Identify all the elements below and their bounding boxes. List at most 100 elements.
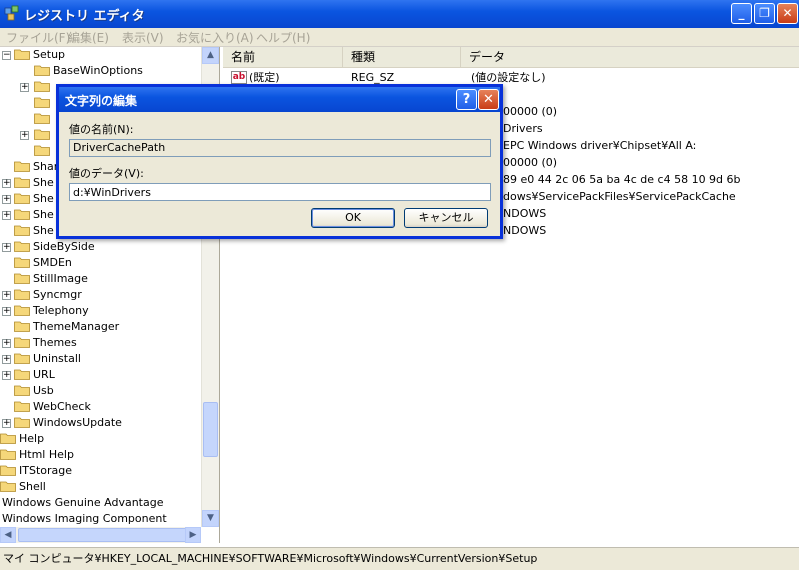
status-path: マイ コンピュータ¥HKEY_LOCAL_MACHINE¥SOFTWARE¥Mi… — [3, 552, 538, 565]
column-header-name[interactable]: 名前 — [223, 47, 343, 67]
tree-item[interactable]: Html Help — [0, 447, 200, 463]
tree-item[interactable]: StillImage — [0, 271, 200, 287]
folder-icon — [14, 225, 30, 236]
value-data: 00000 (0) — [503, 105, 558, 118]
folder-icon — [14, 337, 30, 348]
tree-item-label: Help — [19, 432, 45, 445]
folder-icon — [14, 241, 30, 252]
value-data-input[interactable] — [69, 183, 491, 201]
tree-item-label: She — [33, 192, 54, 205]
scroll-thumb[interactable] — [203, 402, 218, 457]
folder-icon — [0, 465, 16, 476]
tree-item[interactable]: BaseWinOptions — [0, 63, 200, 79]
folder-icon — [14, 321, 30, 332]
tree-item-label: WebCheck — [33, 400, 91, 413]
tree-item-label: StillImage — [33, 272, 88, 285]
scroll-down-button[interactable]: ▼ — [202, 510, 219, 527]
tree-item[interactable]: ThemeManager — [0, 319, 200, 335]
horizontal-scroll-thumb[interactable] — [18, 528, 193, 542]
tree-item[interactable]: + Uninstall — [0, 351, 200, 367]
dialog-title: 文字列の編集 — [65, 94, 138, 108]
expand-plus-icon[interactable]: + — [2, 195, 11, 204]
menu-file[interactable]: ファイル(F) — [6, 29, 70, 46]
cancel-button[interactable]: キャンセル — [404, 208, 488, 228]
dialog-close-button[interactable]: ✕ — [478, 89, 499, 110]
folder-icon — [34, 113, 50, 124]
tree-item-label: She — [33, 208, 54, 221]
folder-icon — [34, 97, 50, 108]
tree-item[interactable]: + URL — [0, 367, 200, 383]
column-header-type[interactable]: 種類 — [343, 47, 461, 67]
menu-favorites[interactable]: お気に入り(A) — [176, 29, 254, 46]
list-header: 名前 種類 データ — [223, 47, 799, 68]
tree-item[interactable]: Help — [0, 431, 200, 447]
close-button[interactable]: ✕ — [777, 3, 798, 24]
tree-item[interactable]: Windows Imaging Component — [0, 511, 200, 527]
tree-item-label: Telephony — [33, 304, 89, 317]
tree-item-label: Setup — [33, 48, 66, 61]
tree-item[interactable]: WebCheck — [0, 399, 200, 415]
expand-plus-icon[interactable]: + — [2, 243, 11, 252]
value-data: Drivers — [503, 122, 543, 135]
menu-help[interactable]: ヘルプ(H) — [256, 29, 310, 46]
tree-item-label: URL — [33, 368, 55, 381]
scroll-left-button[interactable]: ◀ — [0, 527, 16, 543]
tree-item-label: She — [33, 224, 54, 237]
tree-item[interactable]: Usb — [0, 383, 200, 399]
tree-horizontal-scrollbar[interactable]: ◀ ▶ — [0, 527, 201, 543]
tree-item[interactable]: Windows Genuine Advantage — [0, 495, 200, 511]
collapse-minus-icon[interactable]: − — [2, 51, 11, 60]
tree-item[interactable]: SMDEn — [0, 255, 200, 271]
tree-item[interactable]: Shell — [0, 479, 200, 495]
tree-item[interactable]: + Telephony — [0, 303, 200, 319]
tree-item[interactable]: + Themes — [0, 335, 200, 351]
tree-item-label: Windows Imaging Component — [2, 512, 167, 525]
expand-plus-icon[interactable]: + — [2, 419, 11, 428]
value-data: EPC Windows driver¥Chipset¥All A: — [503, 139, 697, 152]
status-bar: マイ コンピュータ¥HKEY_LOCAL_MACHINE¥SOFTWARE¥Mi… — [0, 547, 799, 570]
folder-icon — [34, 81, 50, 92]
tree-item[interactable]: + Syncmgr — [0, 287, 200, 303]
ok-button[interactable]: OK — [311, 208, 395, 228]
tree-item-label: Shar — [33, 160, 59, 173]
folder-icon — [14, 193, 30, 204]
expand-plus-icon[interactable]: + — [2, 339, 11, 348]
folder-icon — [14, 417, 30, 428]
expand-plus-icon[interactable]: + — [20, 131, 29, 140]
string-value-icon: ab — [231, 71, 247, 84]
expand-plus-icon[interactable]: + — [20, 83, 29, 92]
minimize-button[interactable]: _ — [731, 3, 752, 24]
value-data: 89 e0 44 2c 06 5a ba 4c de c4 58 10 9d 6… — [503, 173, 741, 186]
tree-item-label: Syncmgr — [33, 288, 82, 301]
tree-item[interactable]: + SideBySide — [0, 239, 200, 255]
folder-icon — [14, 273, 30, 284]
expand-plus-icon[interactable]: + — [2, 291, 11, 300]
expand-plus-icon[interactable]: + — [2, 355, 11, 364]
tree-item-label: ITStorage — [19, 464, 73, 477]
window-title: レジストリ エディタ — [24, 9, 145, 24]
help-button[interactable]: ? — [456, 89, 477, 110]
column-header-data[interactable]: データ — [461, 47, 799, 67]
expand-plus-icon[interactable]: + — [2, 307, 11, 316]
tree-item-label: SideBySide — [33, 240, 95, 253]
maximize-button[interactable]: ❐ — [754, 3, 775, 24]
tree-item[interactable]: + WindowsUpdate — [0, 415, 200, 431]
menu-edit[interactable]: 編集(E) — [68, 29, 109, 46]
expand-plus-icon[interactable]: + — [2, 179, 11, 188]
tree-item[interactable]: − Setup — [0, 47, 200, 63]
expand-plus-icon[interactable]: + — [2, 371, 11, 380]
tree-item-label: Themes — [33, 336, 77, 349]
folder-icon — [34, 65, 50, 76]
folder-icon — [14, 369, 30, 380]
value-name-label: 値の名前(N): — [69, 123, 134, 136]
folder-icon — [14, 401, 30, 412]
scroll-right-button[interactable]: ▶ — [185, 527, 201, 543]
tree-item-label: ThemeManager — [33, 320, 120, 333]
expand-plus-icon[interactable]: + — [2, 211, 11, 220]
scroll-up-button[interactable]: ▲ — [202, 47, 219, 64]
tree-item-label: Uninstall — [33, 352, 81, 365]
folder-icon — [14, 161, 30, 172]
folder-icon — [14, 289, 30, 300]
tree-item[interactable]: ITStorage — [0, 463, 200, 479]
menu-view[interactable]: 表示(V) — [122, 29, 164, 46]
